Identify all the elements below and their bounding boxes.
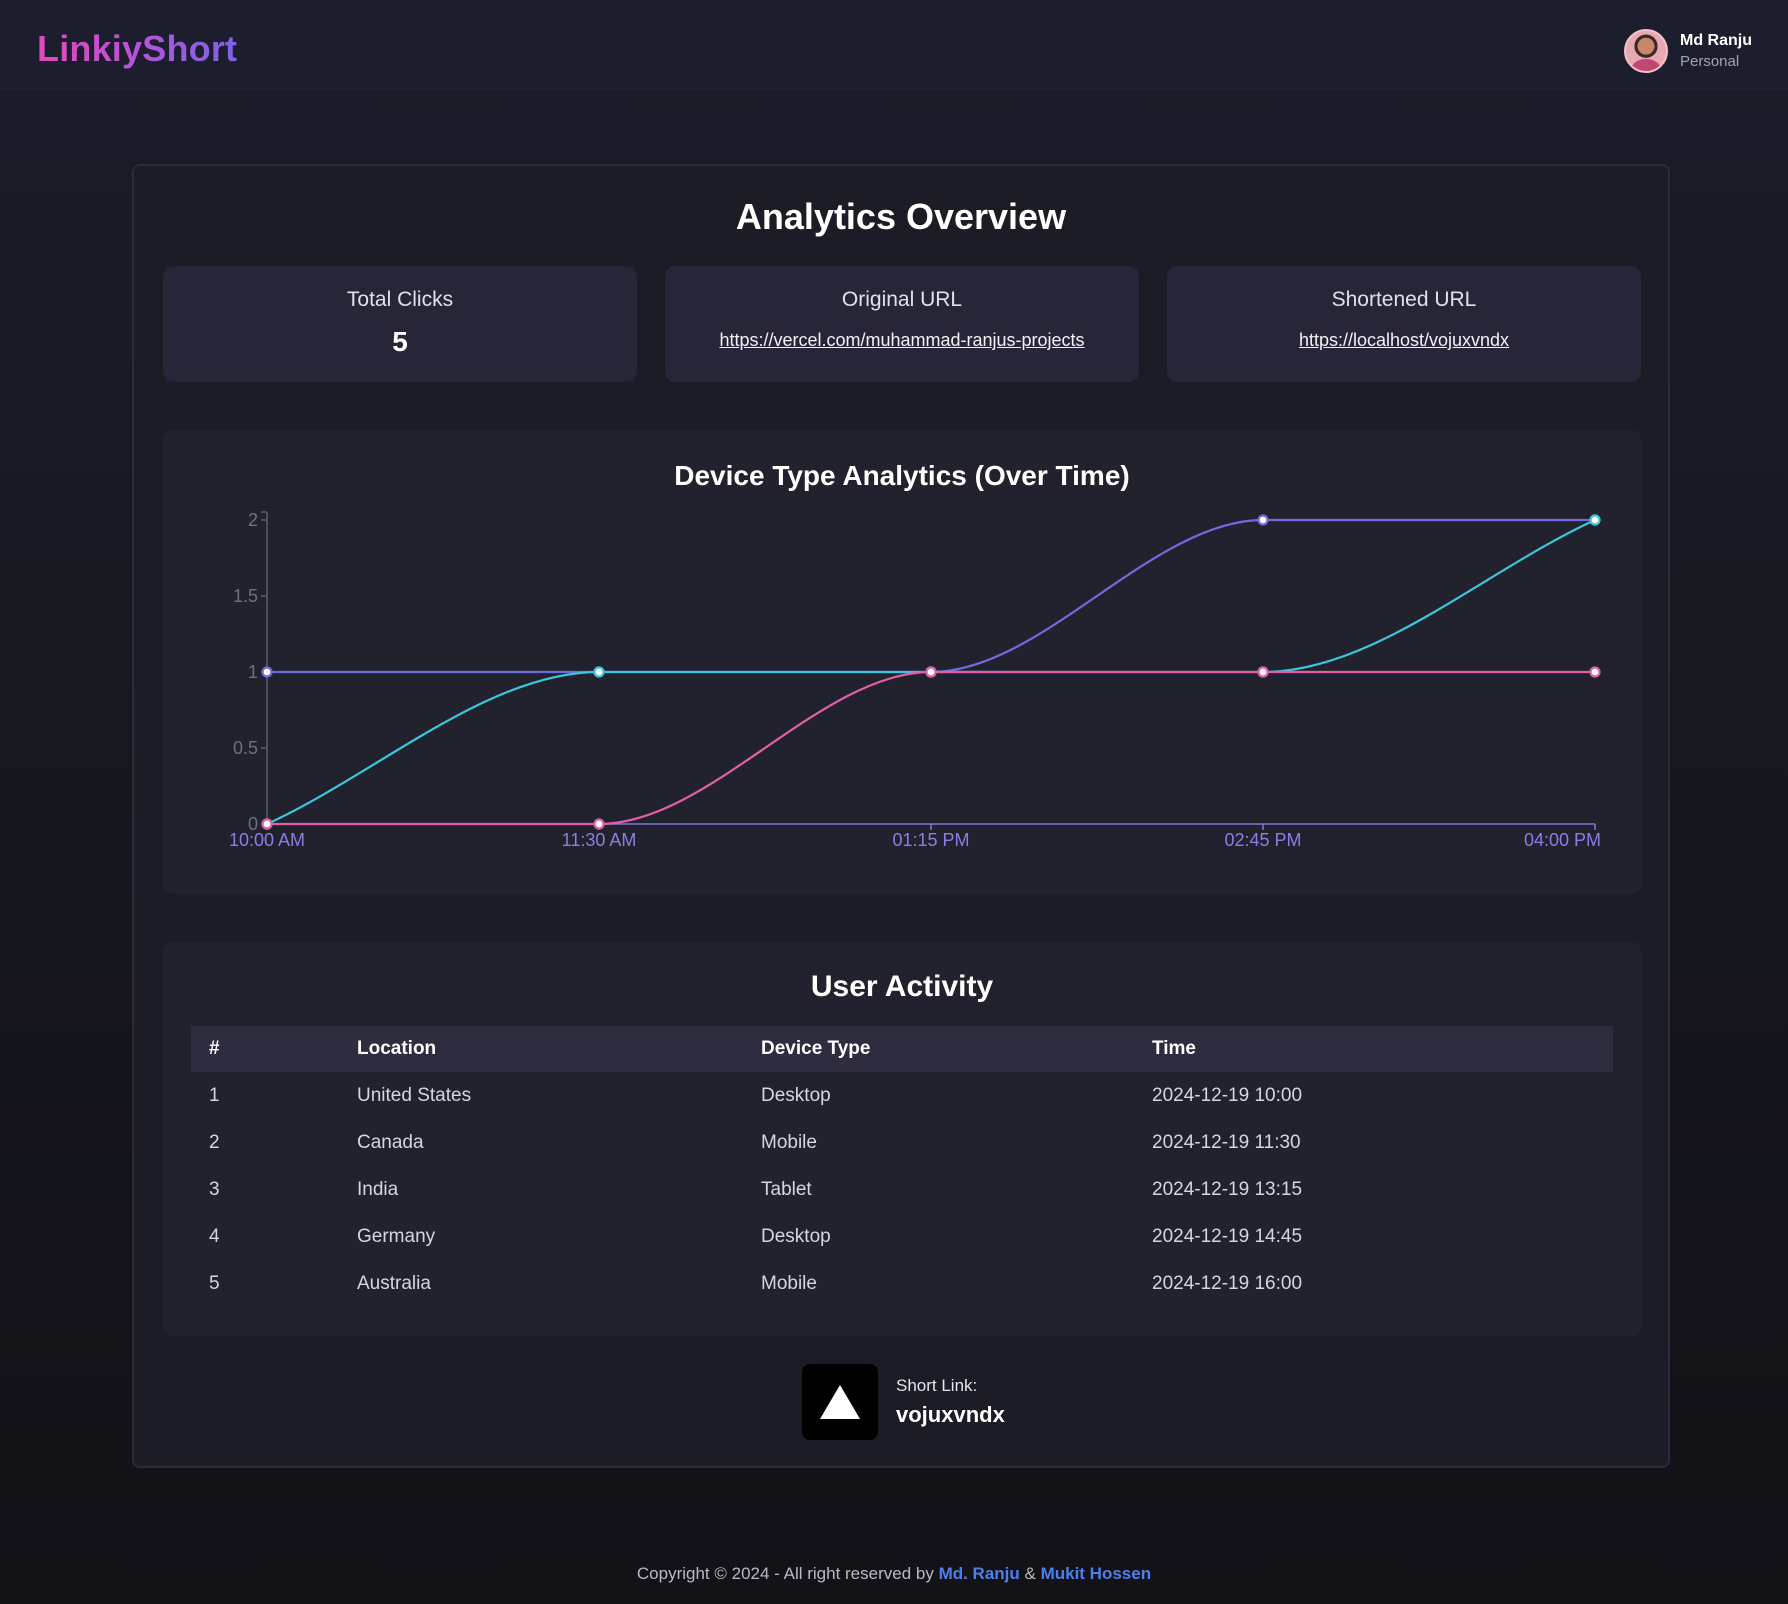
device-chart-panel: Device Type Analytics (Over Time) 0 0.5 1 1… — [163, 430, 1641, 894]
cell-device-type: Mobile — [761, 1131, 817, 1153]
table-row: 5 Australia Mobile 2024-12-19 16:00 — [191, 1260, 1613, 1307]
data-point-s2-2 — [925, 666, 937, 678]
series-line-0 — [266, 518, 1595, 674]
cell-location: Canada — [357, 1131, 424, 1153]
shortened-url-label: Shortened URL — [1331, 288, 1477, 311]
data-point-s2-1 — [593, 818, 605, 830]
total-clicks-label: Total Clicks — [346, 288, 454, 311]
cell-location: Australia — [357, 1272, 431, 1294]
table-row: 2 Canada Mobile 2024-12-19 11:30 — [191, 1119, 1613, 1166]
column-header-time: Time — [1152, 1038, 1197, 1059]
table-header-row: # Location Device Type Time — [191, 1026, 1613, 1072]
data-point-s2-3 — [1257, 666, 1269, 678]
user-name: Md Ranju — [1680, 31, 1752, 49]
y-tick-label: 1 — [248, 662, 258, 682]
user-activity-panel: User Activity # Location Device Type Tim… — [163, 942, 1641, 1336]
cell-time: 2024-12-19 10:00 — [1152, 1084, 1303, 1106]
table-row: 1 United States Desktop 2024-12-19 10:00 — [191, 1072, 1613, 1119]
top-navbar: LinkiyShort Md Ranju Personal — [0, 0, 1788, 90]
short-link-info: Short Link: vojuxvndx — [802, 1364, 1005, 1440]
author-link-md-ranju[interactable]: Md. Ranju — [939, 1564, 1020, 1583]
page: LinkiyShort Md Ranju Personal Analytics … — [0, 0, 1788, 1604]
cell-device-type: Desktop — [761, 1084, 831, 1106]
cell-time: 2024-12-19 14:45 — [1152, 1225, 1303, 1247]
app-logo[interactable]: LinkiyShort — [37, 28, 237, 70]
data-point-s1-1 — [593, 666, 605, 678]
cell-location: United States — [357, 1084, 472, 1106]
x-tick-label: 01:15 PM — [892, 830, 969, 850]
cell-device-type: Desktop — [761, 1225, 831, 1247]
column-header-index: # — [209, 1038, 220, 1059]
original-url-card: Original URL https://vercel.com/muhammad… — [665, 266, 1139, 382]
series-line-2 — [267, 670, 1595, 826]
column-header-device-type: Device Type — [761, 1038, 871, 1059]
shortened-url-link[interactable]: https://localhost/vojuxvndx — [1299, 330, 1509, 351]
data-point-s2-4 — [1589, 666, 1601, 678]
analytics-card: Analytics Overview Total Clicks 5 Origin… — [132, 164, 1670, 1468]
x-tick-label: 11:30 AM — [562, 830, 637, 850]
column-header-location: Location — [357, 1038, 437, 1059]
cell-location: Germany — [357, 1225, 436, 1247]
x-tick-label: 10:00 AM — [229, 830, 305, 850]
shortened-url-card: Shortened URL https://localhost/vojuxvnd… — [1167, 266, 1641, 382]
user-activity-table: # Location Device Type Time 1 United Sta… — [191, 1026, 1613, 1307]
cell-index: 5 — [209, 1272, 220, 1294]
cell-time: 2024-12-19 13:15 — [1152, 1178, 1303, 1200]
user-role: Personal — [1680, 53, 1740, 71]
short-link-value: vojuxvndx — [896, 1402, 1005, 1427]
author-link-mukit-hossen[interactable]: Mukit Hossen — [1041, 1564, 1152, 1583]
page-title: Analytics Overview — [735, 196, 1067, 237]
cell-index: 1 — [209, 1084, 220, 1106]
original-url-label: Original URL — [841, 288, 963, 311]
original-url-link[interactable]: https://vercel.com/muhammad-ranjus-proje… — [719, 330, 1084, 351]
user-activity-title: User Activity — [810, 970, 994, 1003]
cell-time: 2024-12-19 11:30 — [1152, 1131, 1301, 1153]
x-tick-label: 04:00 PM — [1524, 830, 1601, 850]
user-info: Md Ranju Personal — [1680, 31, 1752, 71]
cell-location: India — [357, 1178, 399, 1200]
data-point-s0-0 — [261, 666, 273, 678]
vercel-triangle-icon — [802, 1364, 878, 1440]
avatar[interactable] — [1624, 29, 1668, 73]
cell-index: 4 — [209, 1225, 220, 1247]
y-tick-label: 1.5 — [233, 586, 258, 606]
user-profile[interactable]: Md Ranju Personal — [1624, 28, 1752, 74]
total-clicks-card: Total Clicks 5 — [163, 266, 637, 382]
total-clicks-value: 5 — [392, 326, 408, 357]
cell-device-type: Mobile — [761, 1272, 817, 1294]
device-type-line-chart: 00.511.5210:00 AM 11:30 AM 01:15 PM 02:45 P… — [229, 510, 1601, 850]
cell-time: 2024-12-19 16:00 — [1152, 1272, 1303, 1294]
footer: Copyright © 2024 - All right reserved by… — [0, 1564, 1788, 1584]
y-tick-label: 0.5 — [233, 738, 258, 758]
ampersand: & — [1019, 1564, 1041, 1583]
cell-device-type: Tablet — [761, 1178, 812, 1200]
data-point-s0-3 — [1257, 514, 1269, 526]
table-row: 3 India Tablet 2024-12-19 13:15 — [191, 1166, 1613, 1213]
cell-index: 3 — [209, 1178, 220, 1200]
copyright-text: Copyright © 2024 - All right reserved by — [636, 1564, 939, 1583]
y-tick-label: 2 — [248, 510, 258, 530]
data-point-s2-0 — [261, 818, 273, 830]
short-link-label: Short Link: — [896, 1376, 978, 1395]
table-row: 4 Germany Desktop 2024-12-19 14:45 — [191, 1213, 1613, 1260]
cell-index: 2 — [209, 1131, 220, 1153]
data-point-s1-4 — [1589, 514, 1601, 526]
x-tick-label: 02:45 PM — [1224, 830, 1301, 850]
